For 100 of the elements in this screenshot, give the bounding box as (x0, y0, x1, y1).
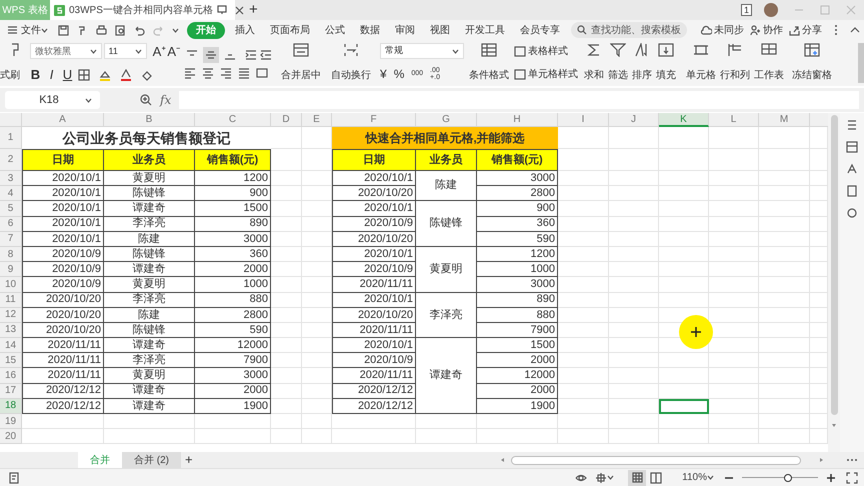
sheet-tab[interactable]: 合并 (78, 452, 122, 468)
row-header[interactable]: 4 (0, 186, 22, 202)
row-header[interactable]: 7 (0, 232, 22, 247)
row-header[interactable]: 2 (0, 149, 22, 171)
table-cell: 3000 (477, 171, 558, 186)
row-header[interactable]: 11 (0, 292, 22, 308)
ribbon-tab[interactable]: 公式 (320, 22, 350, 38)
row-header[interactable]: 14 (0, 338, 22, 354)
ribbon-button[interactable]: 求和 (582, 43, 606, 83)
function-button[interactable]: fx (160, 91, 172, 109)
number-format-button[interactable]: % (394, 65, 404, 83)
column-header[interactable]: A (22, 113, 104, 127)
row-header[interactable]: 18 (0, 398, 22, 414)
ribbon-tab[interactable]: 视图 (425, 22, 455, 38)
column-header[interactable]: H (477, 113, 558, 127)
row-header[interactable]: 17 (0, 384, 22, 399)
ribbon-tab[interactable]: 会员专享 (515, 22, 565, 38)
add-sheet-button[interactable]: + (185, 450, 193, 470)
row-header[interactable]: 15 (0, 353, 22, 368)
table-style-button[interactable]: 表格样式 (514, 44, 578, 59)
column-header[interactable]: F (332, 113, 416, 127)
table-cell: 谭建奇 (104, 201, 195, 217)
table-style-button[interactable]: 单元格样式 (514, 67, 578, 82)
row-header[interactable]: 16 (0, 368, 22, 384)
ribbon-button[interactable]: 排序 (630, 43, 654, 83)
window-count-badge[interactable]: 1 (740, 4, 752, 16)
row-header[interactable]: 6 (0, 216, 22, 232)
table-cell: 2020/10/1 (22, 186, 104, 202)
row-header[interactable]: 5 (0, 201, 22, 217)
add-tab-button[interactable]: + (249, 0, 258, 22)
ribbon-button[interactable]: 冻结窗格 (790, 43, 834, 83)
name-box[interactable]: K18 (5, 91, 100, 109)
column-header[interactable]: D (271, 113, 302, 127)
row-header[interactable]: 1 (0, 127, 22, 149)
table-cell: 2020/10/9 (22, 277, 104, 292)
column-header[interactable]: C (195, 113, 271, 127)
zoom-level[interactable]: 110% (682, 470, 707, 485)
table-cell: 1200 (477, 246, 558, 262)
column-header[interactable]: G (416, 113, 477, 127)
ribbon-tab[interactable]: 开发工具 (460, 22, 510, 38)
row-header[interactable]: 3 (0, 171, 22, 186)
wrap-text-button[interactable]: 自动换行 (328, 43, 374, 83)
ribbon-button[interactable]: 行和列 (718, 43, 752, 83)
column-heading: 日期 (22, 149, 104, 171)
format-painter-button[interactable]: 式刷 (0, 68, 20, 83)
font-size-field[interactable]: 11 (104, 43, 147, 60)
table-cell: 2020/11/11 (332, 277, 416, 292)
font-name-field[interactable]: 微软雅黑 (30, 43, 102, 60)
table-cell: 1900 (477, 398, 558, 414)
toolbar-action[interactable]: 未同步 (714, 22, 744, 38)
row-header[interactable]: 13 (0, 322, 22, 338)
row-header[interactable]: 9 (0, 262, 22, 278)
sheet-tab[interactable]: 合并 (2) (122, 452, 181, 468)
row-header[interactable]: 12 (0, 308, 22, 323)
row-header[interactable]: 19 (0, 414, 22, 430)
ribbon-tab[interactable]: 数据 (355, 22, 385, 38)
column-header[interactable]: B (104, 113, 195, 127)
table-cell: 2020/11/11 (332, 322, 416, 338)
table-title: 快速合并相同单元格,并能筛选 (332, 127, 558, 149)
table-cell: 2800 (195, 308, 271, 323)
ribbon-button[interactable]: 工作表 (752, 43, 786, 83)
table-cell: 2020/10/20 (22, 322, 104, 338)
row-header[interactable]: 10 (0, 277, 22, 292)
table-cell: 2020/10/1 (22, 216, 104, 232)
text-style-button[interactable]: B (30, 65, 41, 84)
conditional-format-button[interactable]: 条件格式 (466, 43, 512, 83)
merged-cell: 陈建 (416, 171, 477, 202)
table-cell: 2020/10/9 (332, 262, 416, 278)
table-cell: 360 (195, 246, 271, 262)
ribbon-tab[interactable]: 页面布局 (265, 22, 315, 38)
ribbon-tab[interactable]: 审阅 (390, 22, 420, 38)
table-cell: 3000 (477, 277, 558, 292)
text-style-button[interactable]: I (46, 65, 57, 84)
number-format-button[interactable]: ¥ (380, 65, 387, 83)
file-menu[interactable]: 文件 (21, 22, 41, 38)
table-cell: 2020/11/11 (332, 368, 416, 384)
toolbar-action[interactable]: 分享 (802, 22, 822, 38)
column-header[interactable]: L (709, 113, 759, 127)
column-header[interactable]: E (302, 113, 332, 127)
column-header[interactable]: I (558, 113, 609, 127)
ribbon-button[interactable]: 填充 (654, 43, 678, 83)
column-header[interactable]: M (759, 113, 810, 127)
table-cell: 2800 (477, 186, 558, 202)
search-field[interactable]: 查找功能、搜索模板 (571, 22, 687, 38)
merge-center-button[interactable]: 合并居中 (278, 43, 324, 83)
toolbar-action[interactable]: 协作 (763, 22, 783, 38)
ribbon-button[interactable]: 单元格 (684, 43, 718, 83)
number-format-field[interactable]: 常规 (380, 43, 464, 59)
row-header[interactable]: 20 (0, 429, 22, 444)
text-style-button[interactable]: U (62, 65, 73, 84)
ribbon-tab[interactable]: 插入 (230, 22, 260, 38)
shrink-font-button[interactable]: A⁻ (167, 42, 180, 61)
column-header[interactable]: J (609, 113, 659, 127)
column-heading: 日期 (332, 149, 416, 171)
ribbon-button[interactable]: 筛选 (606, 43, 630, 83)
row-header[interactable]: 8 (0, 246, 22, 262)
grow-font-button[interactable]: A⁺ (152, 42, 166, 61)
table-cell: 2020/10/9 (332, 353, 416, 368)
table-cell: 590 (477, 232, 558, 247)
table-cell: 黄夏明 (104, 171, 195, 186)
